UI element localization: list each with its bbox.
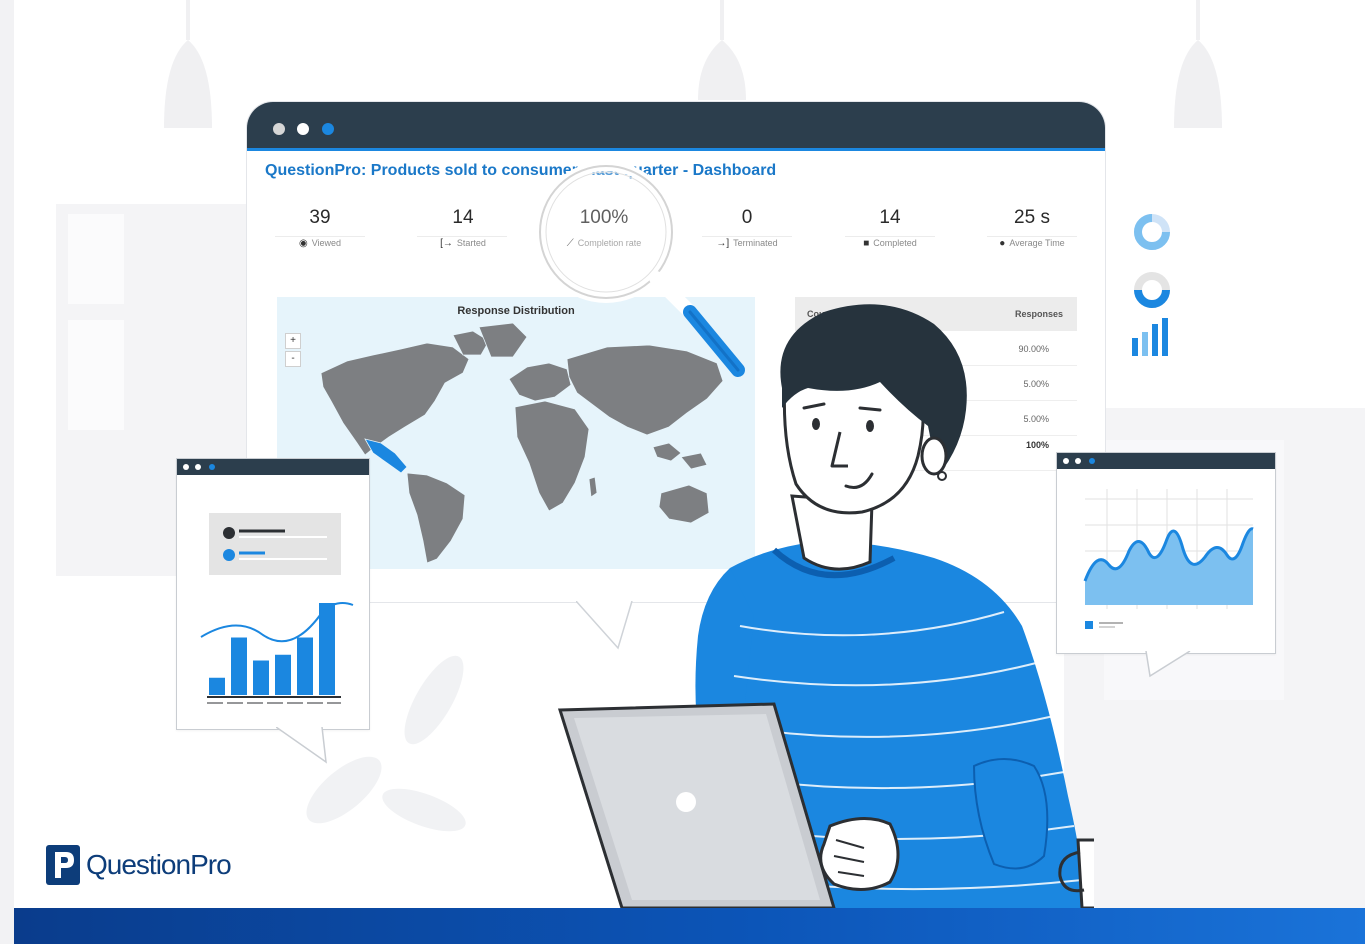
page: QuestionPro: Products sold to consumers …: [0, 0, 1365, 944]
hero-canvas: QuestionPro: Products sold to consumers …: [14, 0, 1365, 908]
metric-started: 14 [→ Started: [408, 206, 518, 249]
metric-value: 39: [309, 207, 331, 228]
metric-value: 14: [879, 207, 901, 228]
speech-bubble-tail: [276, 726, 327, 764]
clock-icon: ●: [999, 238, 1006, 249]
metric-value: 14: [452, 207, 474, 228]
ring-chart-icon: [1134, 272, 1170, 308]
metric-label: Average Time: [1009, 238, 1065, 248]
bar-series: [209, 603, 335, 695]
chart-bar: [319, 603, 335, 695]
checkbox-icon: ■: [863, 238, 870, 249]
person-illustration: [557, 304, 1094, 908]
window-title-bar: [247, 102, 1105, 151]
metric-value: 25 s: [1014, 207, 1050, 228]
window-dot: [209, 464, 215, 470]
window-dot: [297, 123, 309, 135]
bar-chart-illustration: [200, 513, 354, 704]
bar-chart-window: [176, 458, 370, 730]
enter-icon: [→: [440, 238, 453, 249]
metric-viewed: 39 ◉ Viewed: [265, 206, 375, 249]
metric-label: Viewed: [311, 238, 342, 248]
divider: [417, 236, 507, 237]
side-chart-icons: [1132, 214, 1170, 356]
window-title-bar: [177, 459, 369, 475]
window-dot: [183, 464, 189, 470]
chart-bar: [231, 637, 247, 695]
divider: [275, 236, 365, 237]
chart-bar: [209, 677, 225, 695]
chart-bar: [275, 654, 291, 695]
metric-completed: 14 ■ Completed: [835, 206, 945, 249]
bar-chart-icon: [1132, 318, 1168, 356]
logo-wordmark: QuestionPro: [86, 849, 232, 880]
metric-label: Completed: [873, 238, 917, 248]
window-dot: [322, 123, 334, 135]
divider: [987, 236, 1077, 237]
chart-bar: [253, 660, 269, 695]
window-dot: [273, 123, 285, 135]
bottom-color-bar: [14, 908, 1365, 944]
window-dot: [195, 464, 201, 470]
divider: [845, 236, 935, 237]
eye-icon: ◉: [298, 238, 308, 249]
chart-bar: [297, 637, 313, 695]
metric-average-time: 25 s ● Average Time: [977, 206, 1087, 249]
questionpro-logo-mark: [46, 845, 80, 885]
ring-chart-icon: [1134, 214, 1170, 250]
metric-label: Started: [456, 238, 486, 248]
speech-bubble-tail: [1144, 650, 1194, 678]
